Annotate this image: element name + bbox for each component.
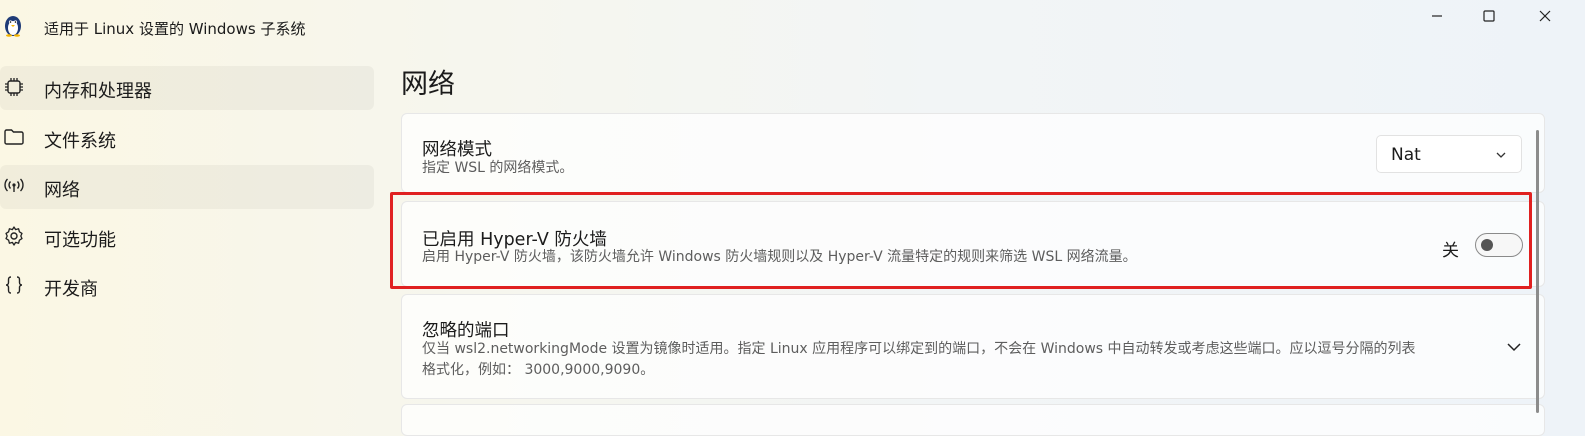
window-title: 适用于 Linux 设置的 Windows 子系统 xyxy=(44,20,306,38)
maximize-button[interactable] xyxy=(1460,0,1518,32)
minimize-button[interactable] xyxy=(1408,0,1466,32)
setting-description: 启用 Hyper-V 防火墙，该防火墙允许 Windows 防火墙规则以及 Hy… xyxy=(422,249,1137,265)
close-button[interactable] xyxy=(1516,0,1574,32)
tux-penguin-icon xyxy=(5,16,21,37)
title-bar: 适用于 Linux 设置的 Windows 子系统 xyxy=(0,0,1585,56)
setting-card-ignored-ports[interactable]: 忽略的端口 仅当 wsl2.networkingMode 设置为镜像时适用。指定… xyxy=(401,294,1545,399)
sidebar-item-memory-processor[interactable]: 内存和处理器 xyxy=(0,66,374,110)
chevron-down-icon xyxy=(1496,152,1506,158)
sidebar-item-label: 可选功能 xyxy=(44,230,116,251)
minimize-icon xyxy=(1432,15,1442,17)
vertical-scrollbar[interactable] xyxy=(1536,130,1539,413)
sidebar-item-label: 内存和处理器 xyxy=(44,81,152,102)
cpu-chip-icon xyxy=(5,78,23,96)
gear-icon xyxy=(5,226,23,246)
close-icon xyxy=(1539,10,1551,22)
hyperv-firewall-toggle[interactable] xyxy=(1475,233,1523,257)
setting-description-line1: 仅当 wsl2.networkingMode 设置为镜像时适用。指定 Linux… xyxy=(422,341,1416,357)
page-title: 网络 xyxy=(401,69,455,100)
setting-description: 指定 WSL 的网络模式。 xyxy=(422,160,574,176)
sidebar-item-label: 网络 xyxy=(44,180,80,201)
setting-card-next-partial xyxy=(401,404,1545,436)
network-antenna-icon xyxy=(4,178,24,192)
toggle-knob xyxy=(1481,239,1493,251)
sidebar-item-label: 开发商 xyxy=(44,279,98,300)
toggle-state-label: 关 xyxy=(1442,241,1459,261)
curly-braces-icon xyxy=(5,276,23,294)
chevron-down-icon[interactable] xyxy=(1506,339,1522,355)
setting-description-line2: 格式化，例如： 3000,9000,9090。 xyxy=(422,362,655,378)
dropdown-value: Nat xyxy=(1391,145,1421,165)
setting-card-hyperv-firewall: 已启用 Hyper-V 防火墙 启用 Hyper-V 防火墙，该防火墙允许 Wi… xyxy=(401,201,1545,287)
sidebar-item-label: 文件系统 xyxy=(44,131,116,152)
network-mode-dropdown[interactable]: Nat xyxy=(1376,135,1522,173)
setting-card-network-mode: 网络模式 指定 WSL 的网络模式。 Nat xyxy=(401,113,1545,193)
folder-icon xyxy=(4,129,24,145)
sidebar-item-network[interactable]: 网络 xyxy=(0,165,374,209)
sidebar-item-optional-features[interactable]: 可选功能 xyxy=(0,215,374,259)
sidebar-item-developer[interactable]: 开发商 xyxy=(0,264,374,308)
maximize-icon xyxy=(1483,10,1495,22)
sidebar-item-file-system[interactable]: 文件系统 xyxy=(0,116,374,160)
